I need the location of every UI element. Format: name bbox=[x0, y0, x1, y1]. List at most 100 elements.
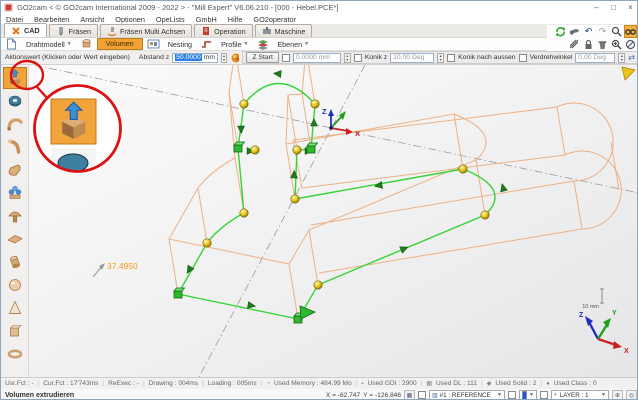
measure-button[interactable] bbox=[568, 38, 581, 51]
tab-fraesen-multi-achsen[interactable]: Fräsen Multi Achsen bbox=[100, 24, 192, 37]
page-icon bbox=[6, 38, 17, 50]
reference-checkbox[interactable] bbox=[418, 391, 426, 399]
chevron-down-icon: ▼ bbox=[529, 392, 534, 398]
slab-icon bbox=[6, 230, 24, 248]
undo-button[interactable]: ↶ bbox=[582, 25, 595, 38]
swap-direction-icon[interactable]: ⇄ bbox=[628, 53, 635, 62]
grab-button[interactable] bbox=[568, 25, 581, 38]
origin-x-label: X bbox=[355, 129, 360, 138]
attributes-button[interactable]: ◎ bbox=[626, 390, 637, 400]
solid-count-icon: ◆ bbox=[487, 380, 492, 387]
gdi-icon: ▪ bbox=[361, 381, 363, 387]
erase-button[interactable] bbox=[596, 38, 609, 51]
konik-aussen-checkbox[interactable] bbox=[447, 54, 455, 62]
zstart-field[interactable]: 0.0000 mm bbox=[293, 53, 341, 63]
toolbar-loft-button[interactable] bbox=[3, 159, 27, 181]
konik-checkbox[interactable] bbox=[354, 54, 362, 62]
toolbar-extrude-button[interactable] bbox=[3, 67, 27, 89]
shaded-view-button[interactable] bbox=[624, 25, 637, 38]
redo-button[interactable]: ↷ bbox=[596, 25, 609, 38]
chevron-down-icon: ▼ bbox=[304, 41, 309, 47]
zstart-spinner[interactable]: ▲▼ bbox=[344, 53, 351, 63]
hide-entities-button[interactable] bbox=[624, 38, 637, 51]
layer-select[interactable]: ◐ LAYER : 1 ▼ bbox=[551, 390, 609, 400]
value-helper-icon[interactable] bbox=[230, 52, 239, 64]
toolbar-pipe-button[interactable] bbox=[3, 136, 27, 158]
rib-icon bbox=[6, 184, 24, 202]
drahtmodell-button[interactable]: Drahtmodell▼ bbox=[22, 38, 76, 50]
maximize-button[interactable]: □ bbox=[605, 2, 622, 14]
menu-bar: Datei Bearbeiten Ansicht Optionen OpeLis… bbox=[1, 14, 638, 24]
konik-spinner[interactable]: ▲▼ bbox=[437, 53, 444, 63]
abstand-spinner[interactable]: ▲▼ bbox=[221, 53, 227, 63]
toolbar-sweep-button[interactable] bbox=[3, 113, 27, 135]
reference-icon: ▥ bbox=[432, 392, 438, 399]
profile-button[interactable]: Profile▼ bbox=[217, 38, 252, 50]
ebenen-mode-button[interactable] bbox=[255, 38, 270, 51]
metric-curfct: Cur.Fct : 17'743ms bbox=[43, 380, 98, 387]
scale-label: 10 mm bbox=[582, 304, 599, 310]
zstart-button[interactable]: Z Start bbox=[246, 52, 278, 63]
konik-field[interactable]: 10.00 Deg bbox=[390, 53, 434, 63]
toolbar-draft-button[interactable] bbox=[3, 205, 27, 227]
metric-gdi: Used GDI : 2900 bbox=[368, 380, 417, 387]
toolbar-cube-button[interactable] bbox=[3, 320, 27, 342]
tab-fraesen[interactable]: Fräsen bbox=[49, 24, 98, 37]
ebenen-button[interactable]: Ebenen▼ bbox=[273, 38, 313, 50]
action-prompt: Aktionswert (Klicken oder Wert eingeben) bbox=[5, 54, 130, 61]
cube-icon bbox=[6, 322, 24, 340]
zoom-attr-button[interactable]: ⊕ bbox=[612, 390, 623, 400]
viewport-canvas[interactable]: Z X 37.4950 10 mm Z Y X bbox=[29, 65, 638, 377]
new-document-button[interactable] bbox=[4, 38, 19, 51]
toolbar-rib-button[interactable] bbox=[3, 182, 27, 204]
zoom-window-button[interactable] bbox=[610, 25, 623, 38]
regenerate-button[interactable] bbox=[554, 25, 567, 38]
solid-toolbar bbox=[1, 65, 29, 377]
lock-button[interactable] bbox=[582, 38, 595, 51]
menu-go2operator[interactable]: GO2operator bbox=[253, 15, 296, 24]
layer-checkbox[interactable] bbox=[540, 391, 548, 399]
sphere-icon bbox=[6, 276, 24, 294]
grid-button[interactable]: ▦ bbox=[404, 390, 415, 400]
verdreh-spinner[interactable]: ▲▼ bbox=[618, 53, 625, 63]
toolbar-slab-button[interactable] bbox=[3, 228, 27, 250]
zstart-checkbox[interactable] bbox=[282, 54, 290, 62]
menu-optionen[interactable]: Optionen bbox=[115, 15, 145, 24]
color-select[interactable]: ▼ bbox=[519, 390, 537, 400]
color-swatch bbox=[522, 391, 527, 400]
color-checkbox[interactable] bbox=[508, 391, 516, 399]
menu-hilfe[interactable]: Hilfe bbox=[228, 15, 243, 24]
tab-cad[interactable]: CAD bbox=[4, 23, 47, 37]
tab-maschine[interactable]: Maschine bbox=[255, 24, 313, 37]
tab-operation[interactable]: Operation bbox=[194, 24, 253, 37]
toolbar-cylinder-button[interactable] bbox=[3, 251, 27, 273]
pipe-icon bbox=[6, 138, 24, 156]
toolbar-revolve-button[interactable] bbox=[3, 90, 27, 112]
menu-ansicht[interactable]: Ansicht bbox=[80, 15, 104, 24]
close-button[interactable]: × bbox=[622, 2, 638, 14]
profile-mode-button[interactable] bbox=[199, 38, 214, 51]
toolbar-torus-button[interactable] bbox=[3, 343, 27, 365]
menu-opelists[interactable]: OpeLists bbox=[156, 15, 185, 24]
glasses-icon bbox=[625, 26, 636, 37]
verdreh-field[interactable]: 0.00 Deg bbox=[575, 53, 615, 63]
nesting-mode-button[interactable] bbox=[146, 38, 161, 51]
toolbar-sphere-button[interactable] bbox=[3, 274, 27, 296]
nesting-button[interactable]: Nesting bbox=[164, 38, 196, 50]
volumen-mode-button[interactable] bbox=[79, 38, 94, 51]
minimize-button[interactable]: – bbox=[588, 2, 605, 14]
menu-gmbh[interactable]: GmbH bbox=[196, 15, 217, 24]
reference-select[interactable]: ▥ #1 : REFERENCE ▼ bbox=[429, 390, 505, 400]
status-metrics-bar: Usr.Fct : -| Cur.Fct : 17'743ms| ReExec … bbox=[1, 377, 638, 389]
measure-icon bbox=[569, 39, 580, 50]
zoom-plus-button[interactable] bbox=[610, 38, 623, 51]
volumen-active-button[interactable]: Volumen bbox=[97, 38, 143, 50]
grab-icon bbox=[569, 26, 580, 37]
sweep-icon bbox=[6, 115, 24, 133]
toolbar-cone-button[interactable] bbox=[3, 297, 27, 319]
magnifier-icon bbox=[611, 26, 622, 37]
title-bar: GO2cam < © GO2cam International 2009 - 2… bbox=[1, 1, 638, 14]
verdreh-checkbox[interactable] bbox=[519, 54, 527, 62]
abstand-input[interactable]: 50.0000 mm bbox=[172, 53, 218, 63]
cad-tools-icon bbox=[11, 26, 21, 36]
